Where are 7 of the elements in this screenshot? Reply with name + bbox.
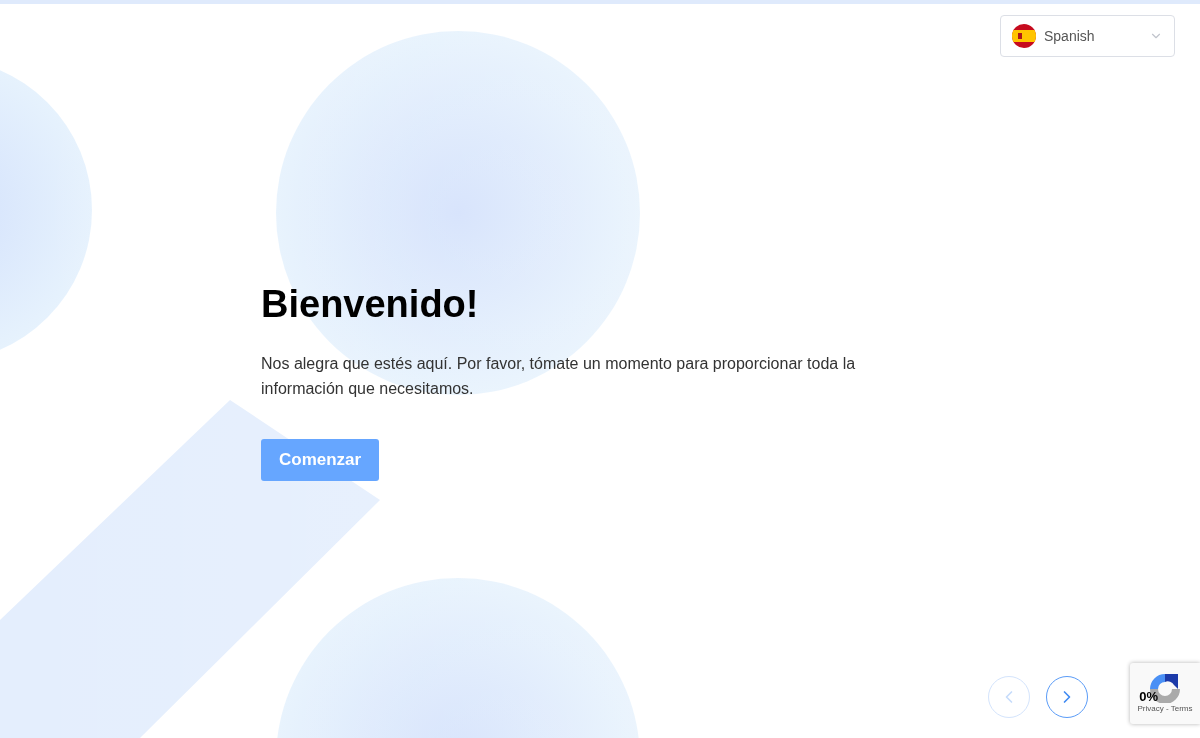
language-select[interactable]: Spanish (1000, 15, 1175, 57)
spain-flag-icon (1012, 24, 1036, 48)
welcome-message: Nos alegra que estés aquí. Por favor, tómate un momento para proporcionar toda la información que necesitamos. (261, 354, 857, 399)
next-button[interactable] (1046, 676, 1088, 718)
progress-percentage: 0% (1139, 687, 1158, 706)
recaptcha-links[interactable]: Privacy - Terms (1137, 703, 1193, 715)
welcome-title: Bienvenido! (261, 282, 479, 327)
